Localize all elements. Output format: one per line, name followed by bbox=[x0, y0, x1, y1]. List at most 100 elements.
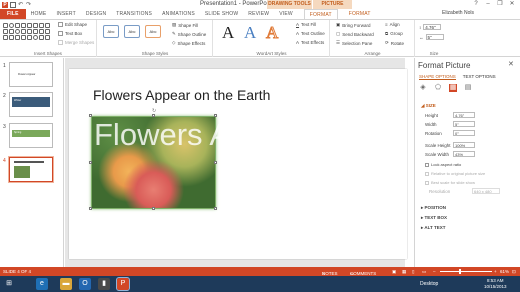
prop-scale-height-input[interactable]: 100% bbox=[453, 142, 475, 148]
normal-view-icon[interactable]: ▣ bbox=[392, 269, 396, 275]
fill-line-icon[interactable]: ◈ bbox=[419, 84, 427, 92]
tab-view[interactable]: VIEW bbox=[274, 9, 298, 19]
text-box-button[interactable]: Text Box bbox=[58, 31, 82, 36]
slideshow-icon[interactable]: ▭ bbox=[422, 269, 426, 275]
redo-icon[interactable]: ↷ bbox=[26, 2, 32, 8]
resize-handle-tl[interactable] bbox=[89, 114, 92, 117]
text-effects-button[interactable]: A Text Effects bbox=[296, 40, 324, 45]
resize-handle-top[interactable] bbox=[152, 114, 155, 117]
outlook-icon[interactable]: O bbox=[79, 278, 91, 290]
slide-thumb-2[interactable]: Winter bbox=[9, 92, 53, 117]
slide-thumb-4[interactable] bbox=[8, 156, 54, 183]
resize-handle-tr[interactable] bbox=[214, 114, 217, 117]
prop-height-input[interactable]: 4.76" bbox=[453, 112, 475, 118]
tab-animations[interactable]: ANIMATIONS bbox=[157, 9, 200, 19]
width-input[interactable]: 5" bbox=[425, 34, 444, 40]
undo-icon[interactable]: ↶ bbox=[18, 2, 24, 8]
resize-handle-right[interactable] bbox=[214, 161, 217, 164]
shape-style-3[interactable]: Abc bbox=[145, 25, 161, 38]
ie-icon[interactable]: e bbox=[36, 278, 48, 290]
text-outline-button[interactable]: A Text Outline bbox=[296, 31, 325, 36]
resize-handle-br[interactable] bbox=[214, 207, 217, 210]
section-text-box[interactable]: ▸ TEXT BOX bbox=[421, 215, 447, 221]
height-field[interactable]: ↕ 4.76" bbox=[419, 24, 442, 30]
save-icon[interactable] bbox=[10, 1, 16, 8]
shape-effects-button[interactable]: ◇ Shape Effects bbox=[172, 40, 205, 46]
restore-icon[interactable]: ❐ bbox=[494, 0, 506, 9]
align-button[interactable]: ≡ Align bbox=[385, 22, 400, 27]
slide-title[interactable]: Flowers Appear on the Earth bbox=[93, 87, 270, 103]
slide-sorter-icon[interactable]: ▦ bbox=[402, 269, 406, 275]
tab-shape-options[interactable]: SHAPE OPTIONS bbox=[419, 74, 456, 80]
relative-size-checkbox[interactable]: Relative to original picture size bbox=[425, 171, 485, 176]
minimize-icon[interactable]: – bbox=[482, 0, 494, 9]
bring-forward-button[interactable]: ▣ Bring Forward bbox=[336, 22, 371, 28]
wordart-style-1[interactable]: A bbox=[222, 23, 234, 43]
powerpoint-taskbar-icon[interactable]: P bbox=[116, 277, 130, 291]
height-input[interactable]: 4.76" bbox=[423, 24, 442, 30]
group-insert-shapes: Edit Shape Text Box Merge Shapes Insert … bbox=[0, 20, 97, 57]
close-icon[interactable]: ✕ bbox=[506, 0, 518, 9]
size-properties-icon[interactable]: ▦ bbox=[449, 84, 457, 92]
system-clock[interactable]: 8:53 AM 10/15/2013 bbox=[484, 278, 507, 290]
tab-review[interactable]: REVIEW bbox=[243, 9, 274, 19]
zoom-level[interactable]: 61% bbox=[500, 269, 509, 274]
resize-handle-bl[interactable] bbox=[89, 207, 92, 210]
zoom-in-icon[interactable]: + bbox=[494, 269, 497, 274]
zoom-out-icon[interactable]: – bbox=[433, 269, 436, 274]
picture-icon[interactable]: ▤ bbox=[464, 84, 472, 92]
desktop-label[interactable]: Desktop bbox=[420, 281, 438, 287]
resize-handle-bottom[interactable] bbox=[152, 207, 155, 210]
text-fill-button[interactable]: A Text Fill bbox=[296, 22, 316, 27]
section-alt-text[interactable]: ▸ ALT TEXT bbox=[421, 225, 446, 231]
picture-overlay-text[interactable]: Flowers Appear bbox=[94, 119, 309, 150]
reading-view-icon[interactable]: ▯ bbox=[412, 269, 414, 275]
start-icon[interactable]: ⊞ bbox=[2, 278, 16, 290]
width-field[interactable]: ↔ 5" bbox=[419, 34, 444, 40]
close-icon[interactable]: ✕ bbox=[508, 60, 514, 68]
explorer-icon[interactable]: ▬ bbox=[60, 278, 72, 290]
shape-fill-button[interactable]: ▨ Shape Fill bbox=[172, 22, 198, 28]
tab-drawing-format[interactable]: FORMAT bbox=[303, 8, 338, 20]
tab-insert[interactable]: INSERT bbox=[51, 9, 80, 19]
tab-slide-show[interactable]: SLIDE SHOW bbox=[200, 9, 243, 19]
zoom-slider[interactable] bbox=[440, 271, 492, 272]
selection-pane-button[interactable]: ☰ Selection Pane bbox=[336, 40, 372, 46]
rotate-handle-icon[interactable]: ↻ bbox=[152, 108, 156, 114]
help-icon[interactable]: ? bbox=[470, 0, 482, 9]
effects-pentagon-icon[interactable]: ⬠ bbox=[434, 84, 442, 92]
lock-aspect-checkbox[interactable]: Lock aspect ratio bbox=[425, 162, 461, 167]
slide-thumb-1[interactable]: Flowers Appear bbox=[9, 62, 53, 87]
shape-style-2[interactable]: Abc bbox=[124, 25, 140, 38]
tab-text-options[interactable]: TEXT OPTIONS bbox=[463, 74, 496, 80]
best-scale-checkbox[interactable]: Best scale for slide show bbox=[425, 180, 475, 185]
wordart-style-3[interactable]: A bbox=[265, 23, 278, 43]
section-size-label: SIZE bbox=[425, 103, 436, 108]
tab-transitions[interactable]: TRANSITIONS bbox=[111, 9, 157, 19]
shape-outline-button[interactable]: ✎ Shape Outline bbox=[172, 31, 206, 37]
rotate-button[interactable]: ⟳ Rotate bbox=[385, 40, 404, 46]
tab-file[interactable]: FILE bbox=[0, 9, 26, 19]
prop-width-input[interactable]: 5" bbox=[453, 121, 475, 127]
shapes-gallery[interactable] bbox=[3, 23, 53, 43]
shape-style-1[interactable]: Abc bbox=[103, 25, 119, 38]
edit-shape-button[interactable]: Edit Shape bbox=[58, 22, 87, 27]
section-position[interactable]: ▸ POSITION bbox=[421, 205, 446, 211]
tab-picture-format[interactable]: FORMAT bbox=[344, 9, 376, 19]
zoom-slider-thumb[interactable] bbox=[459, 269, 461, 274]
resize-handle-left[interactable] bbox=[89, 161, 92, 164]
fit-slide-icon[interactable]: ⊡ bbox=[512, 269, 516, 275]
slide-thumb-3[interactable]: Spring bbox=[9, 123, 53, 148]
merge-shapes-button[interactable]: Merge Shapes bbox=[58, 40, 94, 45]
resolution-select[interactable]: 640 x 480 bbox=[472, 188, 500, 194]
media-icon[interactable]: ▮ bbox=[98, 278, 110, 290]
user-name[interactable]: Elizabeth Nols bbox=[442, 10, 474, 16]
wordart-style-2[interactable]: A bbox=[244, 23, 256, 43]
tab-design[interactable]: DESIGN bbox=[81, 9, 111, 19]
prop-scale-width-input[interactable]: 43% bbox=[453, 151, 475, 157]
group-button[interactable]: ⧉ Group bbox=[385, 31, 403, 36]
section-size[interactable]: ◢ SIZE bbox=[421, 103, 436, 109]
tab-home[interactable]: HOME bbox=[26, 9, 52, 19]
send-backward-button[interactable]: ▢ Send Backward bbox=[336, 31, 374, 37]
prop-rotation-input[interactable]: 0° bbox=[453, 130, 475, 136]
